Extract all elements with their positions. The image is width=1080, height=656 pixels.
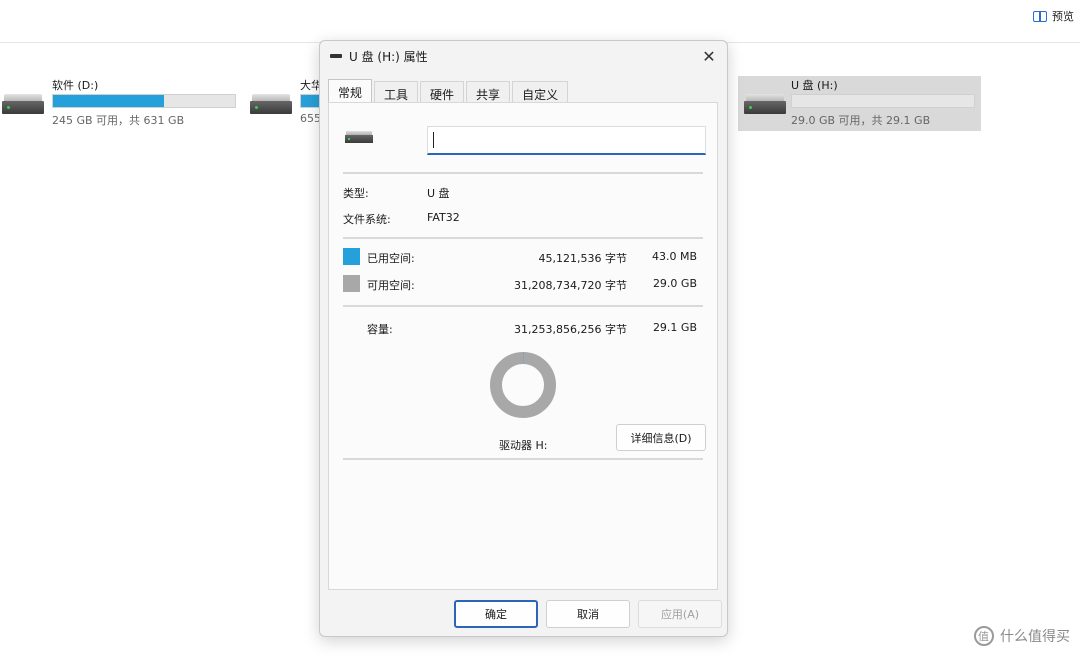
general-tab-panel: 类型: U 盘 文件系统: FAT32 已用空间: 45,121,536 字节 … [328, 102, 718, 590]
usb-drive-icon [345, 131, 373, 145]
divider [343, 237, 703, 239]
used-space-bytes: 45,121,536 字节 [538, 252, 627, 265]
hard-drive-icon [250, 94, 292, 116]
dialog-title: U 盘 (H:) 属性 [349, 49, 428, 64]
tab-customize[interactable]: 自定义 [512, 81, 569, 103]
volume-label-input[interactable] [427, 126, 706, 155]
used-space-label: 已用空间: [367, 252, 415, 265]
drive-item-d[interactable]: 软件 (D:) 245 GB 可用，共 631 GB [2, 78, 236, 128]
usb-drive-icon [744, 94, 786, 116]
apply-button[interactable]: 应用(A) [638, 600, 722, 628]
preview-pane-icon [1033, 10, 1047, 22]
tab-hardware[interactable]: 硬件 [420, 81, 465, 103]
divider [343, 172, 703, 174]
free-space-swatch [343, 275, 360, 292]
dialog-titlebar[interactable]: U 盘 (H:) 属性 [320, 41, 727, 71]
drive-usage-bar [791, 94, 975, 108]
donut-free-segment [490, 352, 556, 418]
used-space-swatch [343, 248, 360, 265]
tab-tools[interactable]: 工具 [374, 81, 419, 103]
drive-usage-bar [52, 94, 236, 108]
cancel-button[interactable]: 取消 [546, 600, 630, 628]
tab-sharing[interactable]: 共享 [466, 81, 511, 103]
capacity-size: 29.1 GB [652, 321, 697, 334]
drive-name: 软件 (D:) [52, 79, 99, 92]
ok-button[interactable]: 确定 [454, 600, 538, 628]
preview-button[interactable]: 预览 [1033, 8, 1074, 24]
free-space-size: 29.0 GB [652, 277, 697, 290]
filesystem-value: FAT32 [427, 211, 460, 224]
text-caret [433, 132, 434, 148]
smzdm-logo-icon [974, 626, 994, 646]
hard-drive-icon [2, 94, 44, 116]
properties-dialog: U 盘 (H:) 属性 ✕ 常规 工具 硬件 共享 自定义 类型: U 盘 文件… [319, 40, 728, 637]
divider [343, 458, 703, 460]
tab-bar: 常规 工具 硬件 共享 自定义 [328, 79, 570, 103]
type-label: 类型: [343, 187, 369, 200]
tab-general[interactable]: 常规 [328, 79, 373, 103]
capacity-label: 容量: [367, 323, 393, 336]
details-button[interactable]: 详细信息(D) [616, 424, 706, 451]
usage-donut-chart [490, 352, 556, 418]
watermark-text: 什么值得买 [1000, 629, 1070, 645]
drive-caption: 驱动器 H: [499, 439, 548, 452]
type-value: U 盘 [427, 187, 450, 200]
used-space-size: 43.0 MB [651, 250, 697, 263]
free-space-bytes: 31,208,734,720 字节 [514, 279, 627, 292]
capacity-bytes: 31,253,856,256 字节 [514, 323, 627, 336]
drive-free-space: 245 GB 可用，共 631 GB [52, 114, 185, 127]
filesystem-label: 文件系统: [343, 213, 391, 226]
preview-label: 预览 [1052, 10, 1074, 23]
close-button[interactable]: ✕ [697, 45, 721, 67]
drive-item-h[interactable]: U 盘 (H:) 29.0 GB 可用，共 29.1 GB [738, 76, 981, 131]
close-icon: ✕ [702, 46, 716, 66]
usb-drive-icon [330, 54, 342, 58]
explorer-toolbar: 预览 [0, 0, 1080, 43]
drive-free-space: 29.0 GB 可用，共 29.1 GB [791, 114, 931, 127]
free-space-label: 可用空间: [367, 279, 415, 292]
watermark: 什么值得买 [974, 626, 1070, 646]
drive-name: U 盘 (H:) [791, 79, 838, 92]
divider [343, 305, 703, 307]
